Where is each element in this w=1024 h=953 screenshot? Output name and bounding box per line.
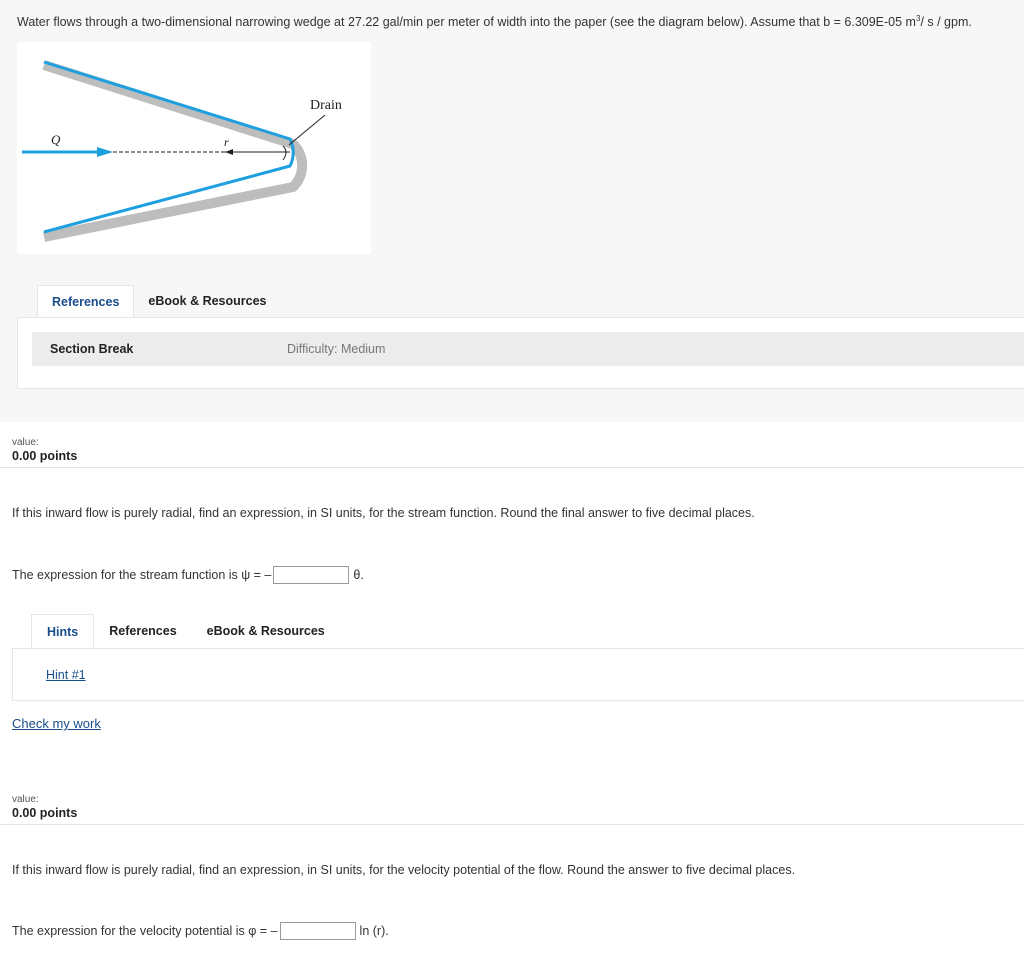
q1-expression: The expression for the stream function i… bbox=[12, 566, 364, 584]
tab-references[interactable]: References bbox=[94, 614, 191, 649]
drain-marker bbox=[282, 145, 287, 161]
stream-function-input[interactable] bbox=[273, 566, 350, 584]
section-break-label: Section Break bbox=[50, 342, 134, 356]
q1-points: 0.00 points bbox=[12, 449, 78, 463]
q2-expression-prefix: The expression for the velocity potentia… bbox=[12, 924, 278, 938]
tab-references[interactable]: References bbox=[37, 285, 135, 318]
problem-statement: Water flows through a two-dimensional na… bbox=[17, 14, 972, 29]
drain-label: Drain bbox=[310, 98, 342, 113]
hints-panel bbox=[12, 648, 1024, 701]
resource-tabs: References eBook & Resources bbox=[37, 285, 281, 318]
problem-statement-end: / s / gpm. bbox=[920, 15, 972, 30]
radius-label: r bbox=[224, 135, 229, 149]
q1-expression-suffix: θ. bbox=[353, 568, 364, 582]
tab-ebook-resources[interactable]: eBook & Resources bbox=[134, 285, 280, 318]
q2-value-label: value: bbox=[12, 794, 39, 805]
radius-arrowhead bbox=[225, 149, 233, 155]
q2-points: 0.00 points bbox=[12, 806, 78, 820]
inflow-arrowhead bbox=[97, 147, 113, 157]
check-my-work-link[interactable]: Check my work bbox=[12, 716, 101, 731]
q2-divider bbox=[0, 824, 1024, 825]
hint-tabs: Hints References eBook & Resources bbox=[31, 614, 340, 649]
problem-statement-text: Water flows through a two-dimensional na… bbox=[17, 15, 916, 30]
q1-divider bbox=[0, 467, 1024, 468]
velocity-potential-input[interactable] bbox=[279, 922, 356, 940]
q1-expression-prefix: The expression for the stream function i… bbox=[12, 568, 272, 582]
tab-ebook-resources[interactable]: eBook & Resources bbox=[192, 614, 340, 649]
section-break-bar: Section Break Difficulty: Medium bbox=[32, 332, 1024, 366]
drain-leader-line bbox=[288, 114, 326, 146]
difficulty-label: Difficulty: Medium bbox=[287, 342, 386, 356]
wedge-wall bbox=[43, 60, 295, 234]
q2-expression: The expression for the velocity potentia… bbox=[12, 922, 389, 940]
tab-hints[interactable]: Hints bbox=[31, 614, 95, 649]
wedge-diagram-svg: Drain Q r bbox=[22, 60, 342, 242]
q1-value-label: value: bbox=[12, 437, 39, 448]
flow-rate-label: Q bbox=[51, 132, 61, 147]
wedge-diagram: Drain Q r bbox=[17, 42, 371, 254]
hint-1-link[interactable]: Hint #1 bbox=[46, 668, 86, 682]
q1-question: If this inward flow is purely radial, fi… bbox=[12, 506, 755, 520]
q2-expression-suffix: ln (r). bbox=[359, 924, 389, 938]
q2-question: If this inward flow is purely radial, fi… bbox=[12, 863, 796, 877]
